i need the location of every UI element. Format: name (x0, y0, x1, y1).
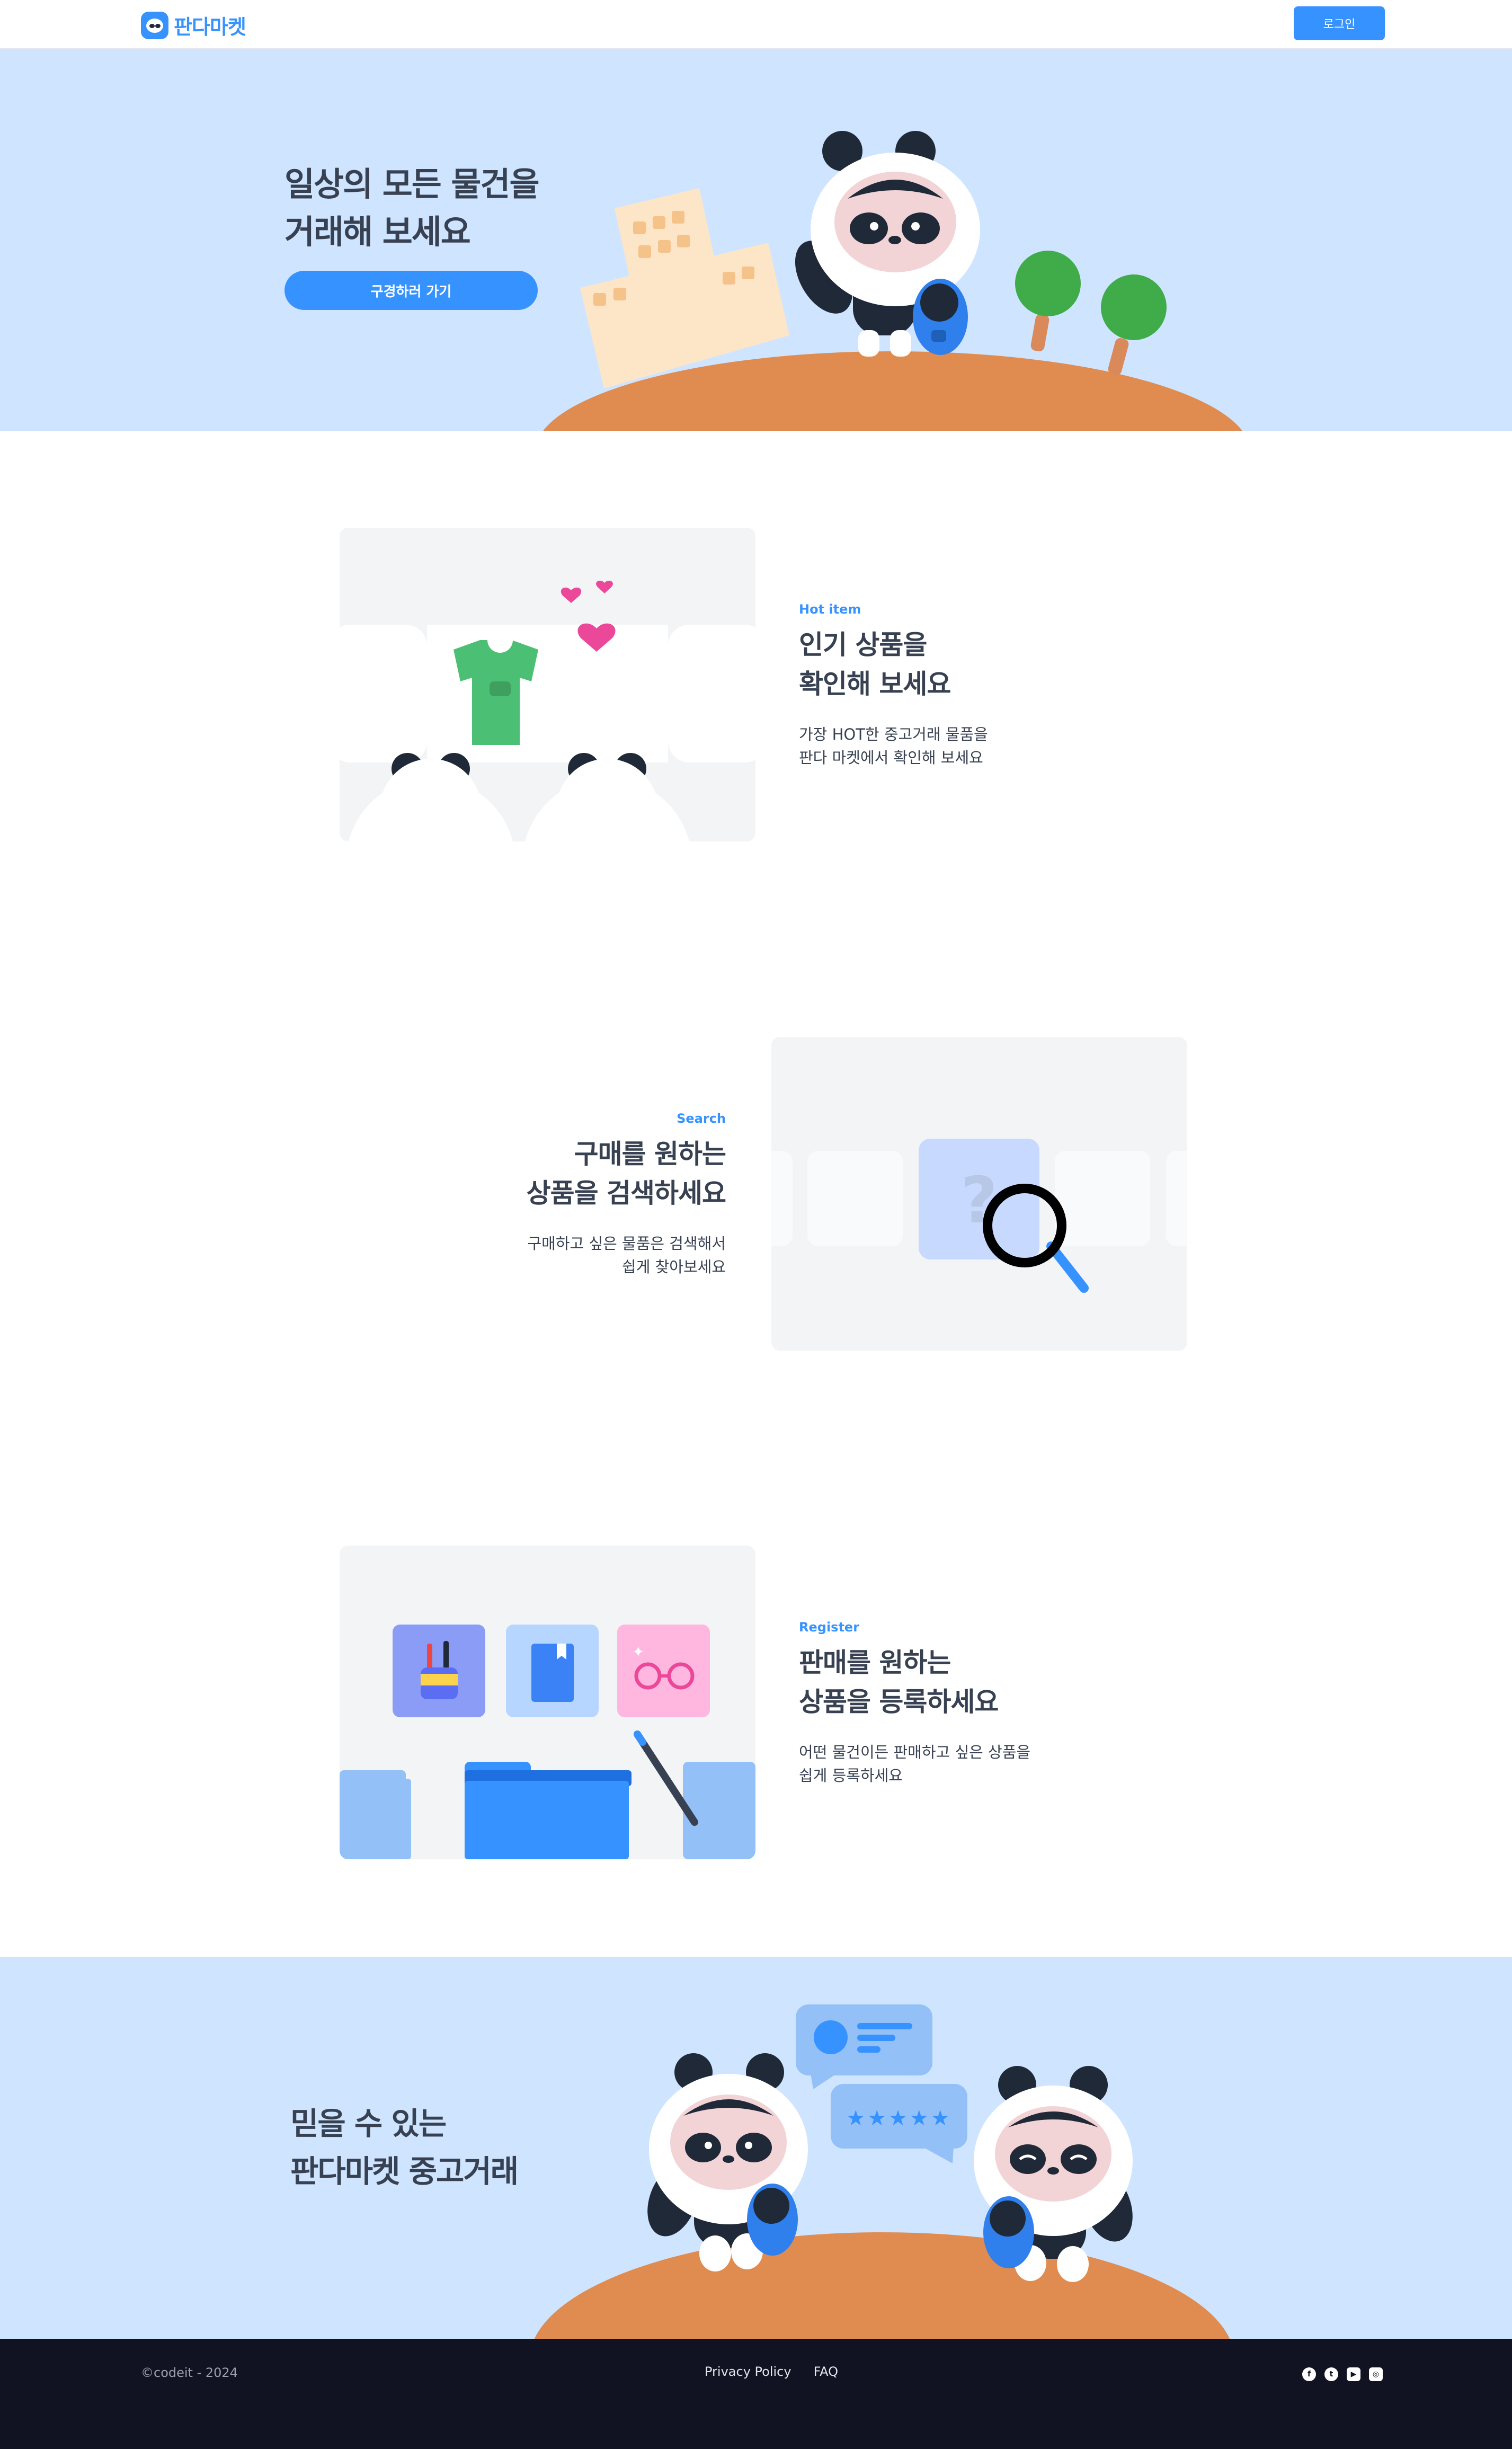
chat-bubble-icon (796, 2004, 932, 2089)
twitter-icon[interactable]: t (1324, 2367, 1338, 2381)
instagram-icon[interactable]: ◎ (1369, 2367, 1383, 2381)
footer-links: Privacy Policy FAQ (705, 2364, 838, 2379)
hot-item-illustration (340, 528, 755, 841)
svg-text:★★★★★: ★★★★★ (846, 2106, 951, 2131)
feature-title: 구매를 원하는 상품을 검색하세요 (526, 1139, 726, 1209)
folder-items-icon: ✦ (340, 1625, 755, 1859)
panda-logo-icon (141, 11, 168, 39)
review-stars-icon: ★★★★★ (831, 2084, 967, 2163)
login-button[interactable]: 로그인 (1294, 6, 1385, 40)
feature-description: 구매하고 싶은 물품은 검색해서 쉽게 찾아보세요 (527, 1235, 726, 1276)
social-links: f t ▶ ◎ (1302, 2367, 1383, 2381)
faq-link[interactable]: FAQ (814, 2364, 839, 2379)
search-illustration: ? (771, 1037, 1187, 1351)
svg-text:✦: ✦ (632, 1643, 644, 1661)
youtube-icon[interactable]: ▶ (1347, 2367, 1360, 2381)
brand-name: 판다마켓 (174, 15, 246, 39)
feature-description: 어떤 물건이든 판매하고 싶은 상품을 쉽게 등록하세요 (799, 1743, 1031, 1785)
facebook-icon[interactable]: f (1302, 2367, 1316, 2381)
tree-icon (1015, 251, 1167, 375)
feature-title: 인기 상품을 확인해 보세요 (799, 629, 951, 699)
panda-character-icon (795, 131, 980, 357)
trust-section: 믿을 수 있는 판다마켓 중고거래 ★★★★★ (0, 1957, 1512, 2339)
feature-tag: Register (799, 1620, 860, 1635)
magnifier-icon: ? (771, 1139, 1187, 1293)
top-nav: 판다마켓 로그인 (0, 0, 1512, 49)
hero-illustration (543, 131, 1242, 431)
hero-section: 일상의 모든 물건을 거래해 보세요 구경하러 가기 (0, 49, 1512, 431)
brand-logo[interactable]: 판다마켓 (141, 11, 246, 40)
feature-tag: Hot item (799, 602, 861, 617)
panda-character-icon (974, 2066, 1133, 2282)
privacy-policy-link[interactable]: Privacy Policy (705, 2364, 791, 2379)
tshirt-display-icon (340, 580, 755, 841)
feature-description: 가장 HOT한 중고거래 물품을 판다 마켓에서 확인해 보세요 (799, 725, 988, 767)
register-illustration: ✦ (340, 1546, 755, 1859)
site-footer: ©codeit - 2024 Privacy Policy FAQ f t ▶ … (0, 2339, 1512, 2449)
trust-illustration: ★★★★★ (534, 2004, 1230, 2339)
feature-title: 판매를 원하는 상품을 등록하세요 (799, 1647, 999, 1717)
panda-character-icon (647, 2053, 808, 2271)
feature-tag: Search (677, 1111, 726, 1126)
copyright-text: ©codeit - 2024 (141, 2365, 238, 2380)
building-icon (580, 188, 789, 388)
